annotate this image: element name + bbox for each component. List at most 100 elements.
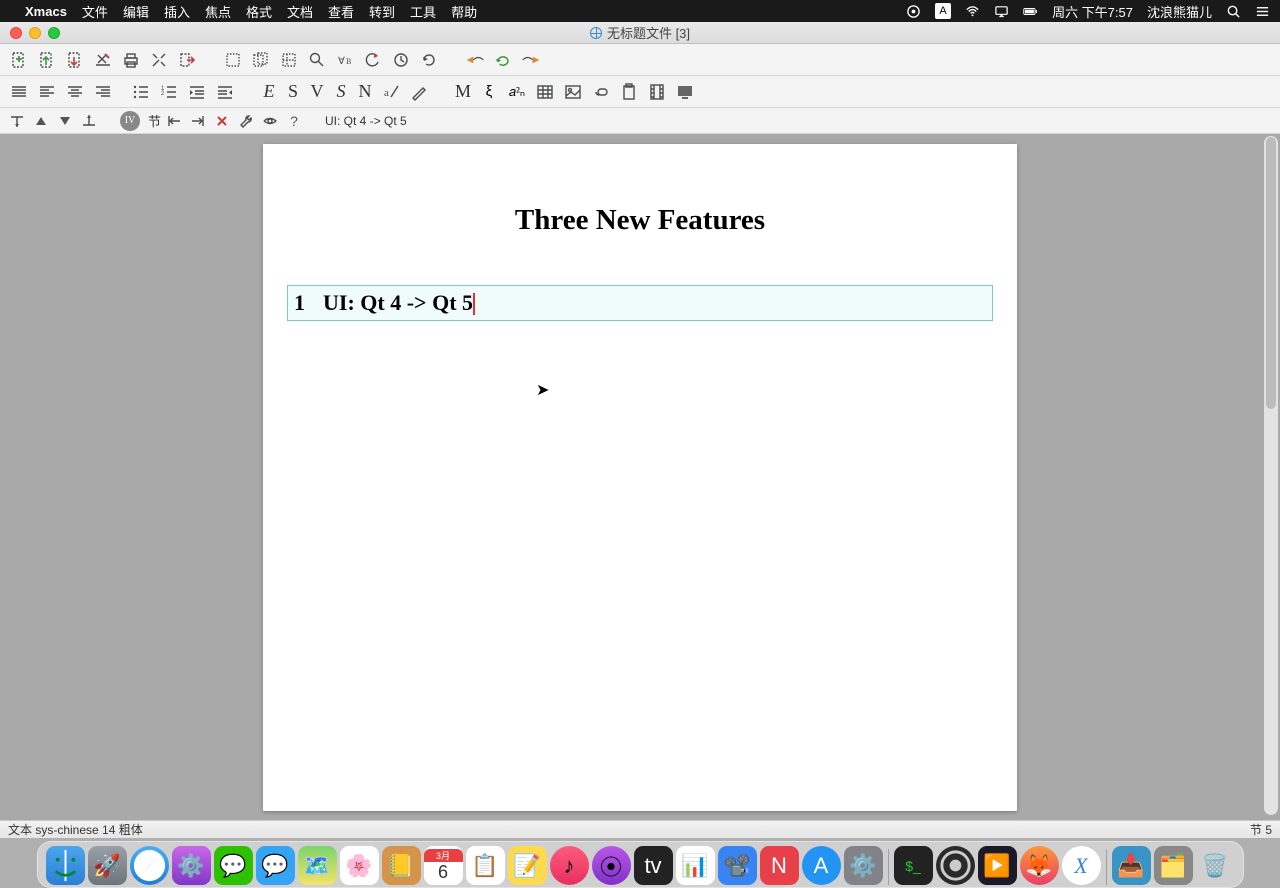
preferences-button[interactable] (146, 47, 172, 73)
symbol-button[interactable]: ξ (476, 79, 502, 105)
menu-insert[interactable]: 插入 (164, 2, 190, 21)
back-button[interactable] (462, 47, 488, 73)
document-title[interactable]: Three New Features (287, 204, 993, 237)
new-file-button[interactable] (6, 47, 32, 73)
dock-trash[interactable]: 🗑️ (1196, 846, 1235, 885)
dock-finder[interactable] (46, 846, 85, 885)
goto-prev-button[interactable] (163, 111, 185, 131)
align-justify-button[interactable] (6, 79, 32, 105)
dock-iterm[interactable]: $_ (894, 846, 933, 885)
menu-icon[interactable] (1255, 4, 1270, 19)
dock-recent[interactable]: 🗂️ (1154, 846, 1193, 885)
dock-tv[interactable]: tv (634, 846, 673, 885)
sample-button[interactable]: S (330, 79, 352, 105)
dock-iina[interactable]: ▶️ (978, 846, 1017, 885)
dock-music[interactable]: ♪ (550, 846, 589, 885)
build-button[interactable] (90, 47, 116, 73)
dock-qq[interactable]: 💬 (256, 846, 295, 885)
dock-wechat[interactable]: 💬 (214, 846, 253, 885)
clock[interactable]: 周六 下午7:57 (1052, 2, 1133, 21)
exit-button[interactable] (174, 47, 200, 73)
table-button[interactable] (532, 79, 558, 105)
name-button[interactable]: N (354, 79, 376, 105)
help-icon[interactable]: ? (283, 111, 305, 131)
window-minimize-button[interactable] (29, 27, 41, 39)
dock-calendar[interactable]: 3月6 (424, 846, 463, 885)
menu-help[interactable]: 帮助 (451, 2, 477, 21)
collapse-icon[interactable] (6, 111, 28, 131)
dock-obs[interactable] (936, 846, 975, 885)
document-page[interactable]: Three New Features 1 UI: Qt 4 -> Qt 5 (263, 144, 1017, 811)
list-number-button[interactable]: 12 (156, 79, 182, 105)
menu-file[interactable]: 文件 (82, 2, 108, 21)
indent-right-button[interactable] (184, 79, 210, 105)
dock-photos[interactable]: 🌸 (340, 846, 379, 885)
save-file-button[interactable] (62, 47, 88, 73)
input-method-icon[interactable]: A (935, 3, 951, 19)
goto-next-button[interactable] (187, 111, 209, 131)
dock-news[interactable]: N (760, 846, 799, 885)
math-button[interactable]: M (452, 79, 474, 105)
dock-keynote[interactable]: 📽️ (718, 846, 757, 885)
section-heading[interactable]: 1 UI: Qt 4 -> Qt 5 (287, 285, 993, 321)
align-right-button[interactable] (90, 79, 116, 105)
reload-button[interactable] (416, 47, 442, 73)
down-triangle-icon[interactable] (54, 111, 76, 131)
menu-tools[interactable]: 工具 (410, 2, 436, 21)
menu-goto[interactable]: 转到 (369, 2, 395, 21)
verbatim-button[interactable]: V (306, 79, 328, 105)
equation-button[interactable]: 𝑎²ₙ (504, 79, 530, 105)
copy-button[interactable] (248, 47, 274, 73)
dock-maps[interactable]: 🗺️ (298, 846, 337, 885)
dock-podcasts[interactable]: ⦿ (592, 846, 631, 885)
indent-left-button[interactable] (212, 79, 238, 105)
highlight-button[interactable] (406, 79, 432, 105)
clear-format-button[interactable]: a (378, 79, 404, 105)
spotlight-icon[interactable] (1226, 4, 1241, 19)
menu-view[interactable]: 查看 (328, 2, 354, 21)
window-zoom-button[interactable] (48, 27, 60, 39)
dock-launchpad[interactable]: 🚀 (88, 846, 127, 885)
clipboard-button[interactable] (616, 79, 642, 105)
print-button[interactable] (118, 47, 144, 73)
user-name[interactable]: 沈浪熊猫儿 (1147, 2, 1212, 21)
scrollbar-thumb[interactable] (1266, 137, 1276, 409)
eye-icon[interactable] (259, 111, 281, 131)
up-triangle-icon[interactable] (30, 111, 52, 131)
menu-edit[interactable]: 编辑 (123, 2, 149, 21)
undo-button[interactable] (360, 47, 386, 73)
dock-contacts[interactable]: 📒 (382, 846, 421, 885)
paste-button[interactable] (276, 47, 302, 73)
airplay-icon[interactable] (994, 4, 1009, 19)
dock-firefox[interactable]: 🦊 (1020, 846, 1059, 885)
menu-document[interactable]: 文档 (287, 2, 313, 21)
dock-shortcuts[interactable]: ⚙️ (172, 846, 211, 885)
menu-format[interactable]: 格式 (246, 2, 272, 21)
align-left-button[interactable] (34, 79, 60, 105)
dock-notes[interactable]: 📝 (508, 846, 547, 885)
dock-downloads[interactable]: 📥 (1112, 846, 1151, 885)
align-center-button[interactable] (62, 79, 88, 105)
list-bullet-button[interactable] (128, 79, 154, 105)
redo-button[interactable] (388, 47, 414, 73)
refresh-nav-button[interactable] (490, 47, 516, 73)
dock-appstore[interactable]: A (802, 846, 841, 885)
section-text[interactable]: UI: Qt 4 -> Qt 5 (323, 290, 475, 316)
vertical-scrollbar[interactable] (1264, 136, 1278, 815)
film-button[interactable] (644, 79, 670, 105)
dock-safari[interactable] (130, 846, 169, 885)
wrench-icon[interactable] (235, 111, 257, 131)
obs-icon[interactable] (906, 4, 921, 19)
dock-xmacs[interactable]: X (1062, 846, 1101, 885)
open-file-button[interactable] (34, 47, 60, 73)
emphasis-button[interactable]: E (258, 79, 280, 105)
link-button[interactable] (588, 79, 614, 105)
monitor-button[interactable] (672, 79, 698, 105)
expand-icon[interactable] (78, 111, 100, 131)
dock-numbers[interactable]: 📊 (676, 846, 715, 885)
wifi-icon[interactable] (965, 4, 980, 19)
chapter-badge[interactable]: IV (120, 111, 140, 131)
document-viewport[interactable]: Three New Features 1 UI: Qt 4 -> Qt 5 ➤ (0, 134, 1280, 820)
menu-focus[interactable]: 焦点 (205, 2, 231, 21)
forward-button[interactable] (518, 47, 544, 73)
